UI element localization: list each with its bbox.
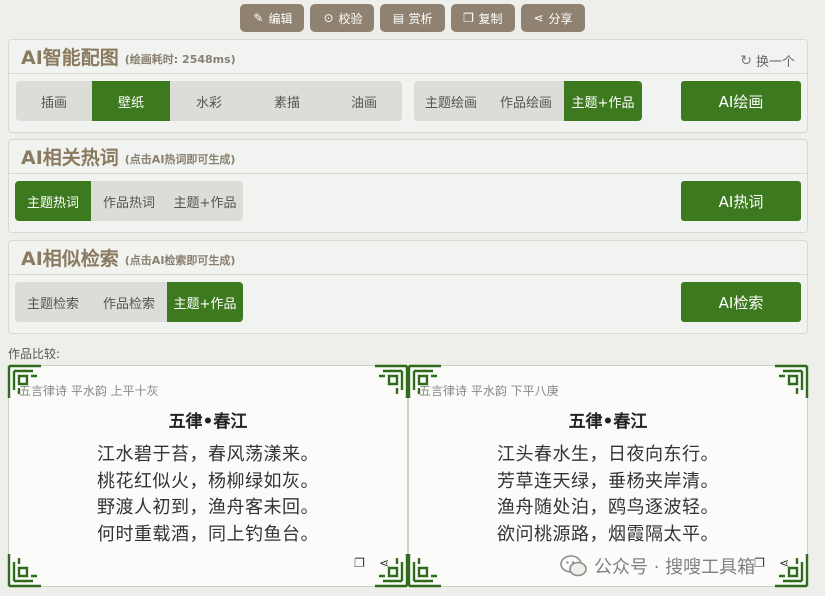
ai-hotwords-subtitle: (点击AI热词即可生成) <box>124 153 236 166</box>
poem-line: 野渡人初到，渔舟客未回。 <box>97 497 319 518</box>
ai-paint-subtitle: (绘画耗时: 2548ms) <box>124 53 236 66</box>
ai-search-header: AI相似检索 (点击AI检索即可生成) <box>9 241 807 275</box>
style-button-group: 插画 壁纸 水彩 素描 油画 <box>16 81 402 121</box>
ai-hotwords-button[interactable]: AI热词 <box>681 181 801 221</box>
copy-label: 复制 <box>478 11 503 26</box>
search-theme-work[interactable]: 主题+作品 <box>167 282 243 322</box>
poem-title: 五律•春江 <box>568 412 648 432</box>
poem-lines: 江水碧于苔，春风荡漾来。 桃花红似火，杨柳绿如灰。 野渡人初到，渔舟客未回。 何… <box>9 442 407 548</box>
verify-label: 校验 <box>338 11 363 26</box>
poem-title: 五律•春江 <box>168 412 248 432</box>
hotwords-button-group: 主题热词 作品热词 主题+作品 <box>15 181 243 221</box>
style-watercolor[interactable]: 水彩 <box>170 81 248 121</box>
ai-search-panel: AI相似检索 (点击AI检索即可生成) 主题检索 作品检索 主题+作品 AI检索 <box>8 240 808 334</box>
watermark: 公众号 · 搜嗖工具箱 <box>560 553 755 579</box>
poem-line: 渔舟随处泊，鸥鸟逐波轻。 <box>497 497 719 518</box>
ai-paint-header: AI智能配图 (绘画耗时: 2548ms) ↻ 换一个 <box>9 40 807 74</box>
poem-line: 何时重载酒，同上钓鱼台。 <box>97 523 319 545</box>
corner-ornament-icon <box>7 554 41 588</box>
copy-icon[interactable]: ❐ <box>754 556 765 570</box>
hotwords-theme[interactable]: 主题热词 <box>15 181 91 221</box>
style-oil-painting[interactable]: 油画 <box>326 81 402 121</box>
card-actions: ❐ ⋖ <box>354 556 389 570</box>
appreciate-button[interactable]: ▤ 赏析 <box>380 4 445 32</box>
source-work[interactable]: 作品绘画 <box>488 81 564 121</box>
document-icon: ▤ <box>392 11 405 25</box>
poem-line: 芳草连天绿，垂杨夹岸清。 <box>497 470 719 492</box>
hotwords-work[interactable]: 作品热词 <box>91 181 167 221</box>
search-work[interactable]: 作品检索 <box>91 282 167 322</box>
verify-button[interactable]: ⊙ 校验 <box>310 4 375 32</box>
edit-icon: ✎ <box>253 11 264 25</box>
corner-ornament-icon <box>775 364 809 398</box>
appreciate-label: 赏析 <box>408 11 433 26</box>
style-sketch[interactable]: 素描 <box>248 81 326 121</box>
swap-button[interactable]: ↻ 换一个 <box>740 51 795 71</box>
copy-icon: ❐ <box>463 11 474 25</box>
refresh-icon: ↻ <box>740 52 752 69</box>
hotwords-theme-work[interactable]: 主题+作品 <box>167 181 243 221</box>
share-icon[interactable]: ⋖ <box>379 556 389 570</box>
poem-card-1: 五言律诗 平水韵 上平十灰 五律•春江 江水碧于苔，春风荡漾来。 桃花红似火，杨… <box>7 364 409 588</box>
ai-paint-button[interactable]: AI绘画 <box>681 81 801 121</box>
ai-hotwords-title: AI相关热词 <box>21 147 119 169</box>
ai-paint-panel: AI智能配图 (绘画耗时: 2548ms) ↻ 换一个 插画 壁纸 水彩 素描 … <box>8 39 808 133</box>
poem-meta: 五言律诗 平水韵 上平十灰 <box>19 384 159 398</box>
edit-label: 编辑 <box>268 11 293 26</box>
ai-search-title: AI相似检索 <box>21 248 119 270</box>
check-circle-icon: ⊙ <box>323 11 334 25</box>
poem-meta: 五言律诗 平水韵 下平八庚 <box>419 384 559 398</box>
ai-hotwords-header: AI相关热词 (点击AI热词即可生成) <box>9 140 807 174</box>
share-icon[interactable]: ⋖ <box>779 556 789 570</box>
ai-hotwords-panel: AI相关热词 (点击AI热词即可生成) 主题热词 作品热词 主题+作品 AI热词 <box>8 139 808 233</box>
share-label: 分享 <box>548 11 573 26</box>
edit-button[interactable]: ✎ 编辑 <box>240 4 305 32</box>
ai-search-button[interactable]: AI检索 <box>681 282 801 322</box>
card-actions: ❐ ⋖ <box>754 556 789 570</box>
source-theme-work[interactable]: 主题+作品 <box>564 81 642 121</box>
poem-line: 江水碧于苔，春风荡漾来。 <box>97 444 319 465</box>
wechat-icon <box>560 555 587 577</box>
compare-label: 作品比较: <box>8 347 61 361</box>
poem-line: 江头春水生，日夜向东行。 <box>497 444 719 465</box>
source-theme[interactable]: 主题绘画 <box>414 81 488 121</box>
style-illustration[interactable]: 插画 <box>16 81 92 121</box>
top-toolbar: ✎ 编辑 ⊙ 校验 ▤ 赏析 ❐ 复制 ⋖ 分享 <box>0 4 825 32</box>
paint-source-group: 主题绘画 作品绘画 主题+作品 <box>414 81 642 121</box>
share-icon: ⋖ <box>533 11 544 25</box>
ai-search-subtitle: (点击AI检索即可生成) <box>124 254 236 267</box>
copy-icon[interactable]: ❐ <box>354 556 365 570</box>
style-wallpaper[interactable]: 壁纸 <box>92 81 170 121</box>
search-button-group: 主题检索 作品检索 主题+作品 <box>15 282 243 322</box>
share-button[interactable]: ⋖ 分享 <box>520 4 585 32</box>
copy-button[interactable]: ❐ 复制 <box>450 4 515 32</box>
poem-line: 欲问桃源路，烟霞隔太平。 <box>497 523 719 545</box>
poem-line: 桃花红似火，杨柳绿如灰。 <box>97 470 319 492</box>
watermark-text: 公众号 · 搜嗖工具箱 <box>594 557 756 578</box>
search-theme[interactable]: 主题检索 <box>15 282 91 322</box>
ai-paint-title: AI智能配图 <box>21 47 119 69</box>
poem-lines: 江头春水生，日夜向东行。 芳草连天绿，垂杨夹岸清。 渔舟随处泊，鸥鸟逐波轻。 欲… <box>409 442 807 548</box>
swap-label: 换一个 <box>755 55 795 70</box>
corner-ornament-icon <box>407 554 441 588</box>
corner-ornament-icon <box>375 364 409 398</box>
